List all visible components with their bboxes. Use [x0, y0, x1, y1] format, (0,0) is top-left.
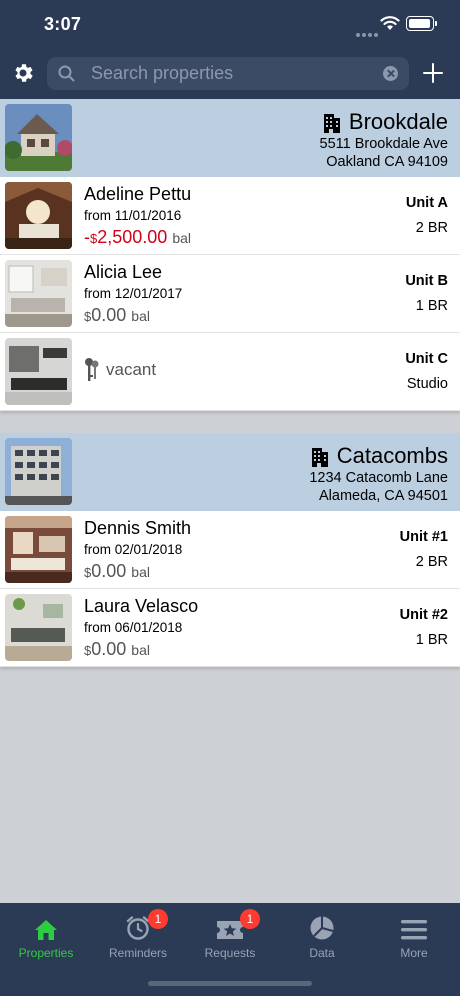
property-address-line1: 1234 Catacomb Lane [309, 470, 448, 486]
unit-row[interactable]: Laura Velasco from 06/01/2018 $0.00 bal … [0, 589, 460, 667]
vacant-status: vacant [84, 357, 156, 383]
lease-start: from 02/01/2018 [84, 542, 183, 557]
balance-amount: 2,500.00 [97, 227, 168, 247]
unit-label: Unit #1 [399, 529, 448, 545]
pie-chart-icon [310, 916, 334, 940]
tenant-name: Alicia Lee [84, 262, 163, 282]
property-address-line2: Oakland CA 94109 [326, 154, 448, 170]
unit-label: Unit #2 [399, 607, 448, 623]
balance: $0.00 bal [84, 305, 150, 326]
unit-row[interactable]: Adeline Pettu from 11/01/2016 -$2,500.00… [0, 177, 460, 255]
requests-badge: 1 [240, 909, 260, 929]
unit-bedrooms: Studio [406, 376, 448, 392]
keys-icon [85, 358, 99, 381]
tab-reminders[interactable]: 1 Reminders [92, 909, 184, 960]
balance-label: bal [131, 308, 150, 324]
unit-label: Unit B [405, 273, 448, 289]
status-bar: 3:07 [0, 0, 460, 50]
search-icon [58, 65, 75, 82]
unit-row[interactable]: Dennis Smith from 02/01/2018 $0.00 bal U… [0, 511, 460, 589]
lease-start: from 11/01/2016 [84, 208, 182, 223]
battery-icon [406, 16, 437, 31]
search-input[interactable] [91, 57, 371, 90]
balance-amount: 0.00 [91, 561, 127, 581]
tab-label: Data [309, 946, 335, 960]
property-header-catacombs[interactable]: Catacombs 1234 Catacomb Lane Alameda, CA… [0, 433, 460, 511]
add-property-button[interactable] [423, 63, 443, 83]
tab-label: Reminders [108, 946, 168, 960]
unit-photo [5, 594, 72, 661]
unit-bedrooms: 1 BR [415, 298, 448, 314]
unit-bedrooms: 1 BR [415, 632, 448, 648]
property-address-line1: 5511 Brookdale Ave [319, 136, 448, 152]
balance-label: bal [131, 642, 150, 658]
property-name: Brookdale [348, 109, 448, 134]
lease-start: from 12/01/2017 [84, 286, 183, 301]
tab-requests[interactable]: 1 Requests [184, 909, 276, 960]
property-photo [5, 104, 72, 171]
balance: -$2,500.00 bal [84, 227, 191, 248]
tab-label: Properties [18, 946, 74, 960]
property-name: Catacombs [336, 443, 448, 468]
tab-more[interactable]: More [368, 911, 460, 960]
building-icon [323, 113, 340, 133]
property-photo [5, 438, 72, 505]
property-title: Brookdale [323, 109, 448, 135]
tenant-name: Adeline Pettu [84, 184, 192, 204]
vacant-label: vacant [106, 360, 157, 379]
tenant-name: Laura Velasco [84, 596, 199, 616]
tab-label: Requests [204, 946, 256, 960]
unit-bedrooms: 2 BR [415, 220, 448, 236]
unit-bedrooms: 2 BR [415, 554, 448, 570]
tab-label: More [400, 946, 428, 960]
signal-icon [356, 24, 380, 42]
balance-label: bal [172, 230, 192, 246]
clear-search-icon[interactable] [383, 66, 398, 81]
balance-amount: 0.00 [91, 305, 127, 325]
home-icon [35, 920, 57, 940]
property-header-brookdale[interactable]: Brookdale 5511 Brookdale Ave Oakland CA … [0, 99, 460, 177]
menu-icon [401, 920, 427, 940]
building-icon [311, 447, 328, 467]
balance-amount: 0.00 [91, 639, 127, 659]
balance: $0.00 bal [84, 639, 150, 660]
property-address-line2: Alameda, CA 94501 [319, 488, 448, 504]
property-title: Catacombs [311, 443, 448, 469]
tenant-name: Dennis Smith [84, 518, 192, 538]
unit-row[interactable]: Alicia Lee from 12/01/2017 $0.00 bal Uni… [0, 255, 460, 333]
unit-photo [5, 516, 72, 583]
balance: $0.00 bal [84, 561, 150, 582]
unit-photo [5, 182, 72, 249]
reminders-badge: 1 [148, 909, 168, 929]
unit-label: Unit C [405, 351, 448, 367]
lease-start: from 06/01/2018 [84, 620, 183, 635]
status-time: 3:07 [44, 14, 82, 34]
unit-photo [5, 338, 72, 405]
balance-label: bal [131, 564, 150, 580]
tab-properties[interactable]: Properties [0, 911, 92, 960]
home-indicator [148, 981, 312, 986]
unit-row[interactable]: vacant Unit C Studio [0, 333, 460, 411]
search-bar[interactable] [47, 57, 409, 90]
tab-data[interactable]: Data [276, 911, 368, 960]
gear-icon[interactable] [11, 61, 35, 85]
unit-label: Unit A [405, 195, 448, 211]
wifi-icon [380, 16, 400, 30]
unit-photo [5, 260, 72, 327]
